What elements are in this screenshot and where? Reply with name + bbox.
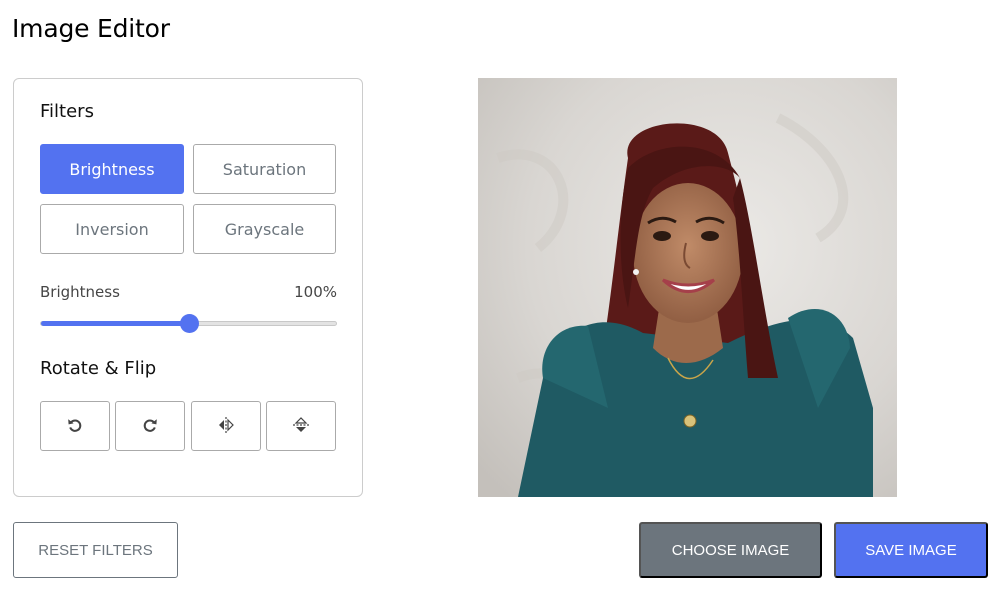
rotate-left-icon <box>65 415 85 438</box>
save-image-button[interactable]: SAVE IMAGE <box>834 522 988 578</box>
flip-horizontal-button[interactable] <box>191 401 261 451</box>
page-title: Image Editor <box>12 14 170 43</box>
rotate-left-button[interactable] <box>40 401 110 451</box>
flip-horizontal-icon <box>216 415 236 438</box>
portrait-photo <box>478 78 897 497</box>
rotate-right-icon <box>140 415 160 438</box>
image-preview <box>478 78 897 497</box>
slider-value: 100% <box>294 283 337 301</box>
choose-image-button[interactable]: CHOOSE IMAGE <box>639 522 822 578</box>
flip-vertical-icon <box>291 415 311 438</box>
flip-vertical-button[interactable] <box>266 401 336 451</box>
filter-inversion-button[interactable]: Inversion <box>40 204 184 254</box>
filter-grayscale-button[interactable]: Grayscale <box>193 204 336 254</box>
reset-filters-button[interactable]: RESET FILTERS <box>13 522 178 578</box>
brightness-slider[interactable] <box>40 314 337 333</box>
slider-info: Brightness 100% <box>40 283 337 301</box>
rotate-right-button[interactable] <box>115 401 185 451</box>
filter-saturation-button[interactable]: Saturation <box>193 144 336 194</box>
slider-name: Brightness <box>40 283 120 301</box>
rotate-flip-heading: Rotate & Flip <box>40 358 157 379</box>
slider-thumb[interactable] <box>179 314 199 333</box>
editor-panel: Filters Brightness Saturation Inversion … <box>13 78 363 497</box>
filter-brightness-button[interactable]: Brightness <box>40 144 184 194</box>
slider-fill <box>41 321 189 326</box>
filters-heading: Filters <box>40 101 94 122</box>
